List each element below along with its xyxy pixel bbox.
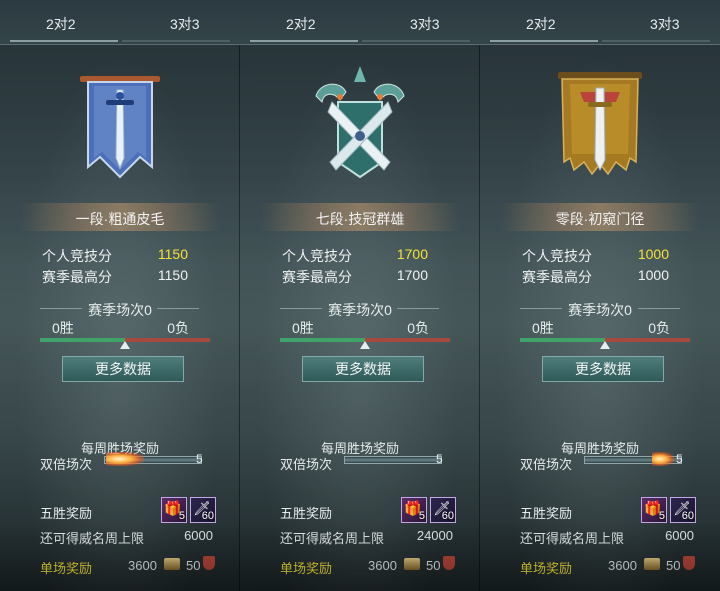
shield-value: 50 <box>666 558 681 573</box>
double-count: 5 <box>196 452 203 466</box>
chest-icon[interactable]: 🎁 5 <box>641 497 667 523</box>
chest-icon[interactable]: 🎁 5 <box>161 497 187 523</box>
personal-score-label: 个人竞技分 <box>282 248 352 264</box>
item-count: 60 <box>441 510 454 522</box>
prestige-limit-label: 还可得威名周上限 <box>520 531 625 546</box>
five-win-reward-label: 五胜奖励 <box>40 506 93 521</box>
win-loss-marker <box>120 341 130 349</box>
tab-2v2[interactable]: 2对2 <box>286 14 316 34</box>
single-match-reward-label: 单场奖励 <box>280 561 333 576</box>
five-win-reward-label: 五胜奖励 <box>280 506 333 521</box>
wins-count: 0胜 <box>292 320 314 336</box>
mode-tabs: 2对2 3对3 <box>480 0 720 45</box>
season-matches: 赛季场次0 <box>568 302 632 318</box>
item-count: 60 <box>201 510 214 522</box>
shield-value: 50 <box>186 558 201 573</box>
personal-score-label: 个人竞技分 <box>42 248 112 264</box>
tab-underline <box>10 40 118 42</box>
coin-value: 3600 <box>368 558 397 573</box>
item-count: 5 <box>418 510 425 522</box>
losses-count: 0负 <box>648 320 670 336</box>
tab-3v3[interactable]: 3对3 <box>170 14 200 34</box>
progress-flame <box>106 452 144 466</box>
tab-underline <box>250 40 358 42</box>
double-count: 5 <box>436 452 443 466</box>
item-count: 5 <box>178 510 185 522</box>
tab-underline <box>490 40 598 42</box>
rank-title: 七段·技冠群雄 <box>315 211 405 227</box>
losses-count: 0负 <box>167 320 189 336</box>
five-win-reward-label: 五胜奖励 <box>520 506 573 521</box>
rank-panel-2: 2对2 3对3 七段·技冠群雄 个人竞技分 1700 赛季最高分 1700 赛季… <box>240 0 480 591</box>
shield-icon <box>683 556 695 570</box>
season-high-value: 1150 <box>157 267 188 283</box>
rank-title: 零段·初窥门径 <box>555 211 645 227</box>
double-count: 5 <box>676 452 683 466</box>
season-high-value: 1000 <box>637 267 669 283</box>
tab-2v2[interactable]: 2对2 <box>46 14 76 34</box>
season-high-value: 1700 <box>396 267 428 283</box>
prestige-limit-label: 还可得威名周上限 <box>40 531 145 546</box>
coin-icon <box>404 558 420 570</box>
more-data-button[interactable]: 更多数据 <box>62 356 184 382</box>
coin-icon <box>164 558 180 570</box>
tab-underline <box>362 40 470 42</box>
tab-2v2[interactable]: 2对2 <box>526 14 556 34</box>
personal-score-value: 1150 <box>157 246 188 262</box>
rank-panel-1: 2对2 3对3 一段·粗通皮毛 个人竞技分 1150 赛季最高分 1150 赛季… <box>0 0 240 591</box>
single-match-reward-label: 单场奖励 <box>40 561 93 576</box>
personal-score-label: 个人竞技分 <box>522 248 592 264</box>
teal-crossed-swords-emblem <box>315 66 405 179</box>
sword-icon[interactable]: 🗡 60 <box>190 497 216 523</box>
personal-score-value: 1700 <box>396 246 428 262</box>
personal-score-value: 1000 <box>637 246 669 262</box>
double-matches-label: 双倍场次 <box>520 457 573 472</box>
wins-count: 0胜 <box>532 320 554 336</box>
season-matches: 赛季场次0 <box>88 302 152 318</box>
shield-value: 50 <box>426 558 441 573</box>
prestige-limit-value: 6000 <box>184 528 213 543</box>
coin-value: 3600 <box>128 558 157 573</box>
tab-3v3[interactable]: 3对3 <box>650 14 680 34</box>
wins-count: 0胜 <box>52 320 74 336</box>
item-count: 5 <box>658 510 665 522</box>
rank-title: 一段·粗通皮毛 <box>75 211 165 227</box>
progress-flame <box>652 452 674 466</box>
double-matches-label: 双倍场次 <box>280 457 333 472</box>
blue-banner-sword-emblem <box>80 76 160 179</box>
mode-tabs: 2对2 3对3 <box>240 0 480 45</box>
prestige-limit-label: 还可得威名周上限 <box>280 531 385 546</box>
mode-tabs: 2对2 3对3 <box>0 0 240 45</box>
single-match-reward-label: 单场奖励 <box>520 561 573 576</box>
losses-count: 0负 <box>407 320 429 336</box>
win-loss-marker <box>600 341 610 349</box>
more-data-button[interactable]: 更多数据 <box>542 356 664 382</box>
coin-value: 3600 <box>608 558 637 573</box>
season-high-label: 赛季最高分 <box>282 269 352 285</box>
sword-icon[interactable]: 🗡 60 <box>430 497 456 523</box>
double-matches-label: 双倍场次 <box>40 457 93 472</box>
gold-banner-sword-emblem <box>558 72 642 176</box>
prestige-limit-value: 6000 <box>665 528 694 543</box>
coin-icon <box>644 558 660 570</box>
season-high-label: 赛季最高分 <box>522 269 592 285</box>
item-count: 60 <box>681 510 694 522</box>
chest-icon[interactable]: 🎁 5 <box>401 497 427 523</box>
tab-3v3[interactable]: 3对3 <box>410 14 440 34</box>
weekly-reward-title: 每周胜场奖励 <box>560 441 639 456</box>
tab-underline <box>122 40 230 42</box>
weekly-reward-title: 每周胜场奖励 <box>320 441 399 456</box>
shield-icon <box>443 556 455 570</box>
prestige-limit-value: 24000 <box>416 528 453 543</box>
double-progress-track <box>344 456 442 464</box>
shield-icon <box>203 556 215 570</box>
sword-icon[interactable]: 🗡 60 <box>670 497 696 523</box>
season-high-label: 赛季最高分 <box>42 269 112 285</box>
rank-panel-3: 2对2 3对3 零段·初窥门径 个人竞技分 1000 赛季最高分 1000 赛季… <box>480 0 720 591</box>
more-data-button[interactable]: 更多数据 <box>302 356 424 382</box>
tab-underline <box>602 40 710 42</box>
season-matches: 赛季场次0 <box>328 302 392 318</box>
win-loss-marker <box>360 341 370 349</box>
